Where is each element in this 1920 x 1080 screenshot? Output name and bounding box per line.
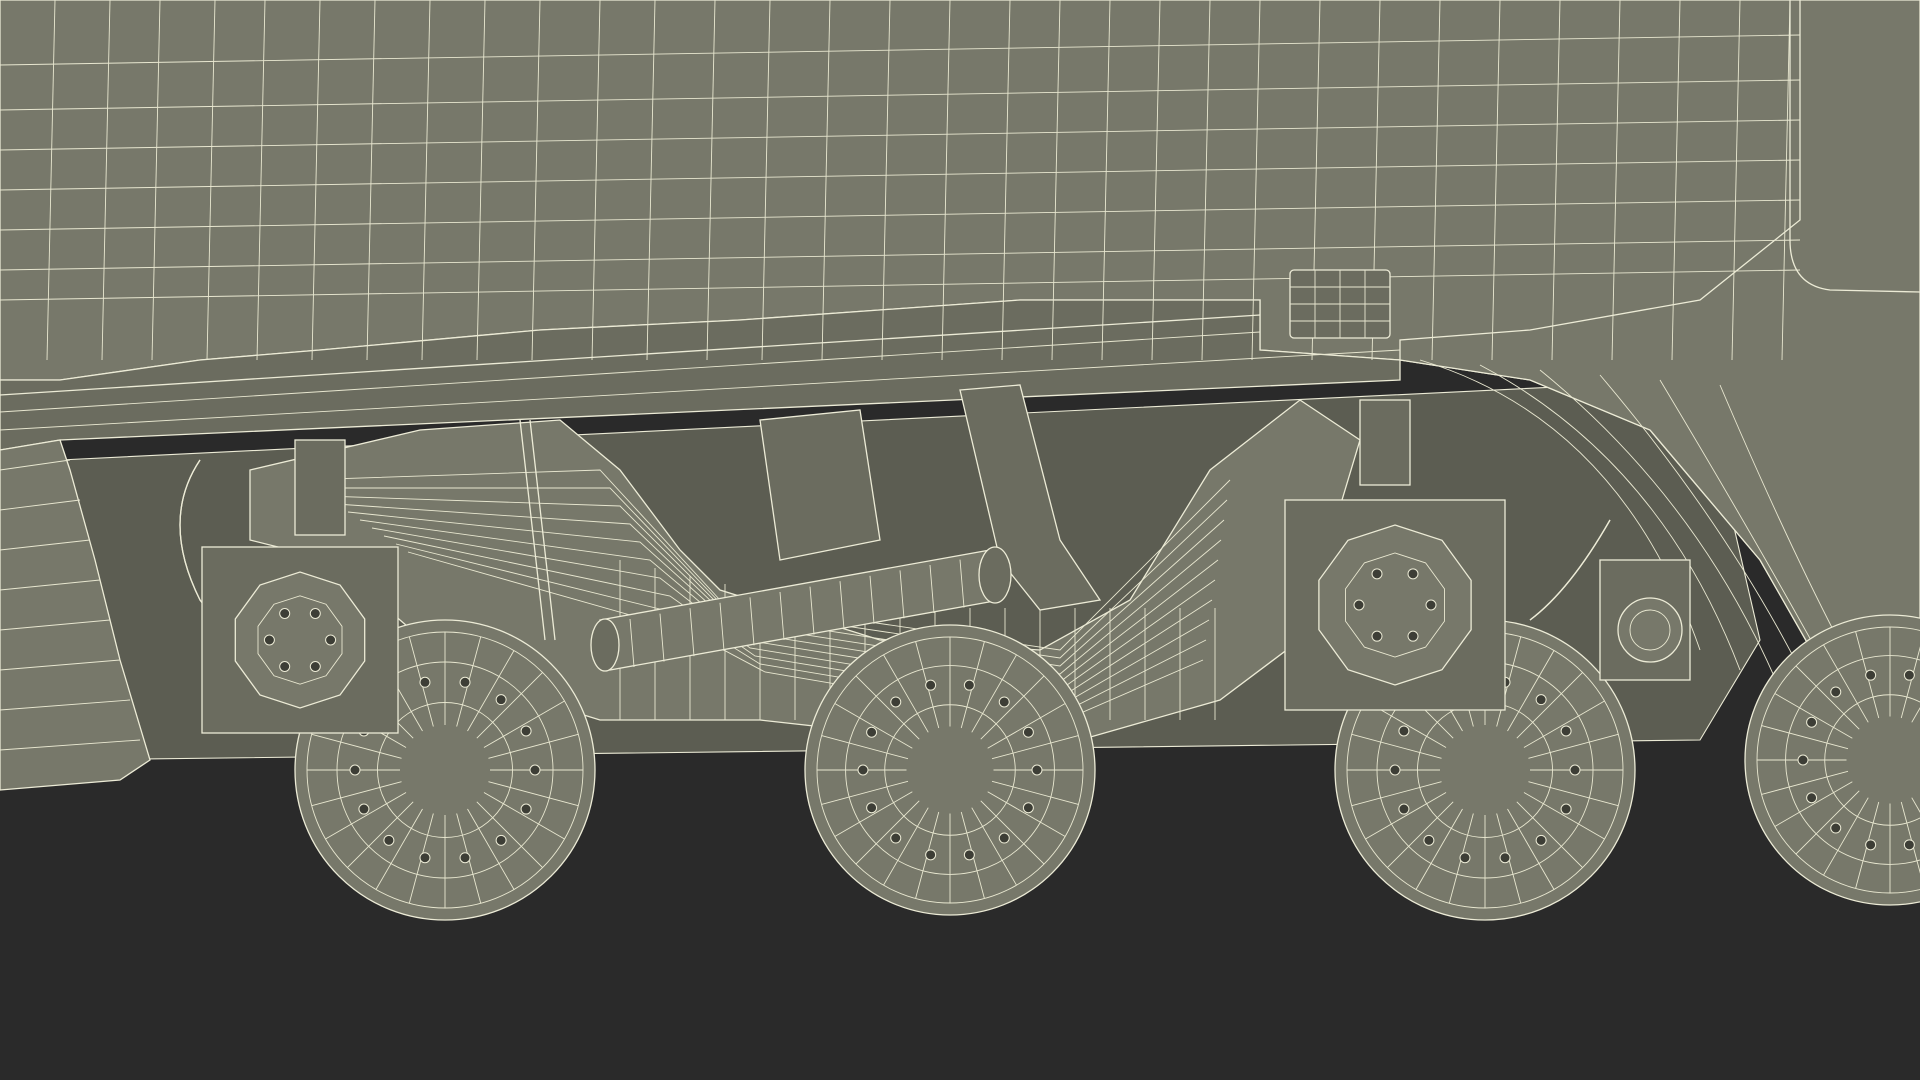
wheel-bolt xyxy=(925,849,937,861)
wheel-bolt xyxy=(925,679,937,691)
wheel-bolt xyxy=(459,852,471,864)
wheel-bolt xyxy=(890,832,902,844)
wheel-bolt xyxy=(1806,792,1818,804)
wheel-bolt xyxy=(1560,725,1572,737)
axle-bolt xyxy=(1371,630,1383,642)
wheel-bolt xyxy=(1560,803,1572,815)
wheel-bolt xyxy=(383,834,395,846)
axle-bolt xyxy=(325,634,337,646)
axle-bolt xyxy=(263,634,275,646)
wheel-bolt xyxy=(520,725,532,737)
wheel-bolt xyxy=(419,852,431,864)
wheel-bolt xyxy=(529,764,541,776)
train-wireframe-render xyxy=(0,0,1920,1080)
wheel-bolt xyxy=(1569,764,1581,776)
wheel-bolt xyxy=(1031,764,1043,776)
axle-bolt xyxy=(1407,630,1419,642)
wheel-bolt xyxy=(1459,852,1471,864)
wheel-bolt xyxy=(495,834,507,846)
axle-bolt xyxy=(1353,599,1365,611)
axle-bolt xyxy=(279,607,291,619)
axle-box xyxy=(201,546,399,734)
wheel-bolt xyxy=(1022,802,1034,814)
wheel-bolt xyxy=(866,802,878,814)
wheel-bolt xyxy=(1423,834,1435,846)
wheel-bolt xyxy=(459,676,471,688)
wheel-bolt xyxy=(998,832,1010,844)
wheel-bolt xyxy=(1865,839,1877,851)
wheel-bolt xyxy=(1535,834,1547,846)
wheel-bolt xyxy=(1797,754,1809,766)
axle-bolt xyxy=(309,661,321,673)
axle-bolt xyxy=(1407,568,1419,580)
wheel-bolt xyxy=(1865,669,1877,681)
wheel-bolt xyxy=(1499,852,1511,864)
axle-bolt xyxy=(279,661,291,673)
grille-box xyxy=(1289,269,1391,339)
wheel-bolt xyxy=(890,696,902,708)
wheel-bolt xyxy=(520,803,532,815)
wheel-bolt xyxy=(998,696,1010,708)
wheel-bolt xyxy=(358,803,370,815)
wheel-bolt xyxy=(1389,764,1401,776)
wheel-bolt xyxy=(1830,822,1842,834)
axle-bolt xyxy=(1371,568,1383,580)
wheel-bolt xyxy=(1535,694,1547,706)
wheel-bolt xyxy=(1903,839,1915,851)
wheel xyxy=(804,624,1096,916)
axle-bolt xyxy=(1425,599,1437,611)
wheel-bolt xyxy=(963,849,975,861)
wheel-bolt xyxy=(419,676,431,688)
axle-box xyxy=(1284,499,1506,711)
wheel-bolt xyxy=(1022,726,1034,738)
wheel-bolt xyxy=(1398,725,1410,737)
side-hub xyxy=(1599,559,1691,681)
wheel-bolt xyxy=(963,679,975,691)
wheel-bolt xyxy=(866,726,878,738)
wheel-bolt xyxy=(1903,669,1915,681)
wheel-bolt xyxy=(1806,716,1818,728)
wheel-bolt xyxy=(495,694,507,706)
axle-bolt xyxy=(309,607,321,619)
wheel-bolt xyxy=(1830,686,1842,698)
wheel-bolt xyxy=(349,764,361,776)
wheel-bolt xyxy=(1398,803,1410,815)
wheel-bolt xyxy=(857,764,869,776)
